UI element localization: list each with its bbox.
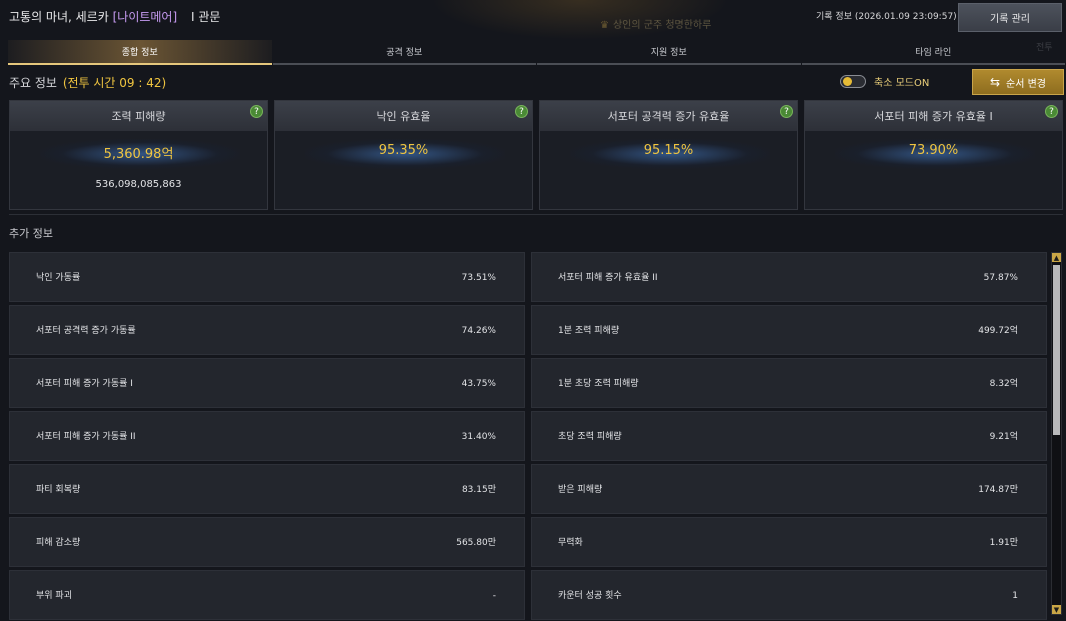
tab-attack[interactable]: 공격 정보	[272, 40, 536, 65]
info-row: 받은 피해량 174.87만	[531, 464, 1047, 514]
info-value: 8.32억	[989, 379, 1018, 389]
record-manage-button[interactable]: 기록 관리	[958, 3, 1062, 32]
info-value: 565.80만	[456, 538, 496, 548]
info-row: 피해 감소량 565.80만	[9, 517, 525, 567]
help-icon[interactable]: ?	[250, 105, 263, 118]
card-title: 서포터 피해 증가 유효율 I	[805, 101, 1062, 131]
info-value: 83.15만	[461, 485, 496, 495]
stat-card-brand-efficiency: 낙인 유효율 ? 95.35%	[274, 100, 533, 210]
info-label: 낙인 가동률	[36, 273, 81, 283]
help-icon[interactable]: ?	[1045, 105, 1058, 118]
record-info: 기록 정보 (2026.01.09 23:09:57)	[816, 12, 957, 22]
info-label: 서포터 피해 증가 가동률 I	[36, 379, 133, 389]
info-row: 부위 파괴 -	[9, 570, 525, 620]
card-title: 서포터 공격력 증가 유효율	[540, 101, 797, 131]
card-subvalue: 536,098,085,863	[95, 179, 182, 190]
compact-mode-toggle-group[interactable]: 축소 모드ON	[840, 74, 929, 89]
scroll-up-arrow-icon[interactable]: ▲	[1052, 253, 1061, 262]
info-label: 카운터 성공 횟수	[558, 591, 622, 601]
info-row: 서포터 공격력 증가 가동률 74.26%	[9, 305, 525, 355]
tab-timeline[interactable]: 타임 라인	[801, 40, 1065, 65]
stat-card-damage-buff-efficiency: 서포터 피해 증가 유효율 I ? 73.90%	[804, 100, 1063, 210]
info-row: 1분 초당 조력 피해량 8.32억	[531, 358, 1047, 408]
stage-label: I 관문	[191, 10, 221, 24]
info-value: 499.72억	[978, 326, 1018, 336]
summary-header: 주요 정보 (전투 시간 09 : 42)	[9, 74, 166, 91]
info-row: 파티 회복량 83.15만	[9, 464, 525, 514]
info-row: 서포터 피해 증가 가동률 I 43.75%	[9, 358, 525, 408]
info-row: 1분 조력 피해량 499.72억	[531, 305, 1047, 355]
info-label: 피해 감소량	[36, 538, 81, 548]
battle-time: (전투 시간 09 : 42)	[62, 76, 167, 90]
difficulty-tag: [나이트메어]	[112, 10, 178, 24]
info-value: 74.26%	[461, 326, 496, 336]
card-value: 95.35%	[378, 143, 429, 158]
vertical-scrollbar[interactable]: ▲ ▼	[1051, 252, 1062, 615]
change-order-label: 순서 변경	[1006, 78, 1047, 90]
info-value: 43.75%	[461, 379, 496, 389]
info-label: 받은 피해량	[558, 485, 603, 495]
swap-arrows-icon: ⇆	[989, 75, 1001, 89]
emblem-icon: ♛	[600, 20, 609, 31]
info-label: 파티 회복량	[36, 485, 81, 495]
info-label: 부위 파괴	[36, 591, 72, 601]
scroll-thumb[interactable]	[1053, 265, 1060, 435]
card-title: 조력 피해량	[10, 101, 267, 131]
background-caption: ♛ 상인의 군주 청명한하루	[600, 20, 712, 31]
summary-label: 주요 정보	[9, 76, 57, 90]
info-value: 31.40%	[461, 432, 496, 442]
stat-card-attack-buff-efficiency: 서포터 공격력 증가 유효율 ? 95.15%	[539, 100, 798, 210]
card-value: 5,360.98억	[103, 147, 174, 162]
info-label: 서포터 피해 증가 가동률 II	[36, 432, 136, 442]
stat-cards: 조력 피해량 ? 5,360.98억 536,098,085,863 낙인 유효…	[9, 100, 1063, 210]
info-label: 서포터 피해 증가 유효율 II	[558, 273, 658, 283]
info-label: 서포터 공격력 증가 가동률	[36, 326, 136, 336]
info-row: 초당 조력 피해량 9.21억	[531, 411, 1047, 461]
info-row: 무력화 1.91만	[531, 517, 1047, 567]
change-order-button[interactable]: ⇆ 순서 변경	[972, 69, 1064, 95]
card-value: 95.15%	[643, 143, 694, 158]
stat-card-assist-damage: 조력 피해량 ? 5,360.98억 536,098,085,863	[9, 100, 268, 210]
info-value: 73.51%	[461, 273, 496, 283]
info-value: -	[492, 591, 496, 601]
scroll-down-arrow-icon[interactable]: ▼	[1052, 605, 1061, 614]
toggle-knob	[843, 77, 852, 86]
info-label: 1분 초당 조력 피해량	[558, 379, 639, 389]
info-row: 카운터 성공 횟수 1	[531, 570, 1047, 620]
info-value: 9.21억	[989, 432, 1018, 442]
help-icon[interactable]: ?	[780, 105, 793, 118]
info-row: 낙인 가동률 73.51%	[9, 252, 525, 302]
info-value: 174.87만	[978, 485, 1018, 495]
info-row: 서포터 피해 증가 유효율 II 57.87%	[531, 252, 1047, 302]
card-title: 낙인 유효율	[275, 101, 532, 131]
info-value: 1	[1012, 591, 1018, 601]
info-value: 1.91만	[989, 538, 1018, 548]
info-label: 무력화	[558, 538, 583, 548]
additional-info-label: 추가 정보	[9, 227, 53, 240]
info-label: 초당 조력 피해량	[558, 432, 622, 442]
compact-mode-toggle[interactable]	[840, 75, 866, 88]
info-label: 1분 조력 피해량	[558, 326, 620, 336]
compact-mode-label: 축소 모드ON	[874, 78, 930, 89]
info-value: 57.87%	[983, 273, 1018, 283]
boss-name: 고통의 마녀, 세르카	[9, 10, 109, 24]
top-bar: 고통의 마녀, 세르카 [나이트메어] I 관문 ♛ 상인의 군주 청명한하루 기…	[0, 0, 1066, 36]
help-icon[interactable]: ?	[515, 105, 528, 118]
raid-title: 고통의 마녀, 세르카 [나이트메어] I 관문	[9, 8, 220, 25]
additional-info-grid: 낙인 가동률 73.51% 서포터 공격력 증가 가동률 74.26% 서포터 피해…	[9, 252, 1049, 621]
tab-overview[interactable]: 종합 정보	[8, 40, 272, 65]
tab-support[interactable]: 지원 정보	[537, 40, 801, 65]
tab-bar: 종합 정보 공격 정보 지원 정보 타임 라인	[8, 40, 1066, 66]
card-value: 73.90%	[908, 143, 959, 158]
info-row: 서포터 피해 증가 가동률 II 31.40%	[9, 411, 525, 461]
section-divider	[9, 214, 1063, 215]
